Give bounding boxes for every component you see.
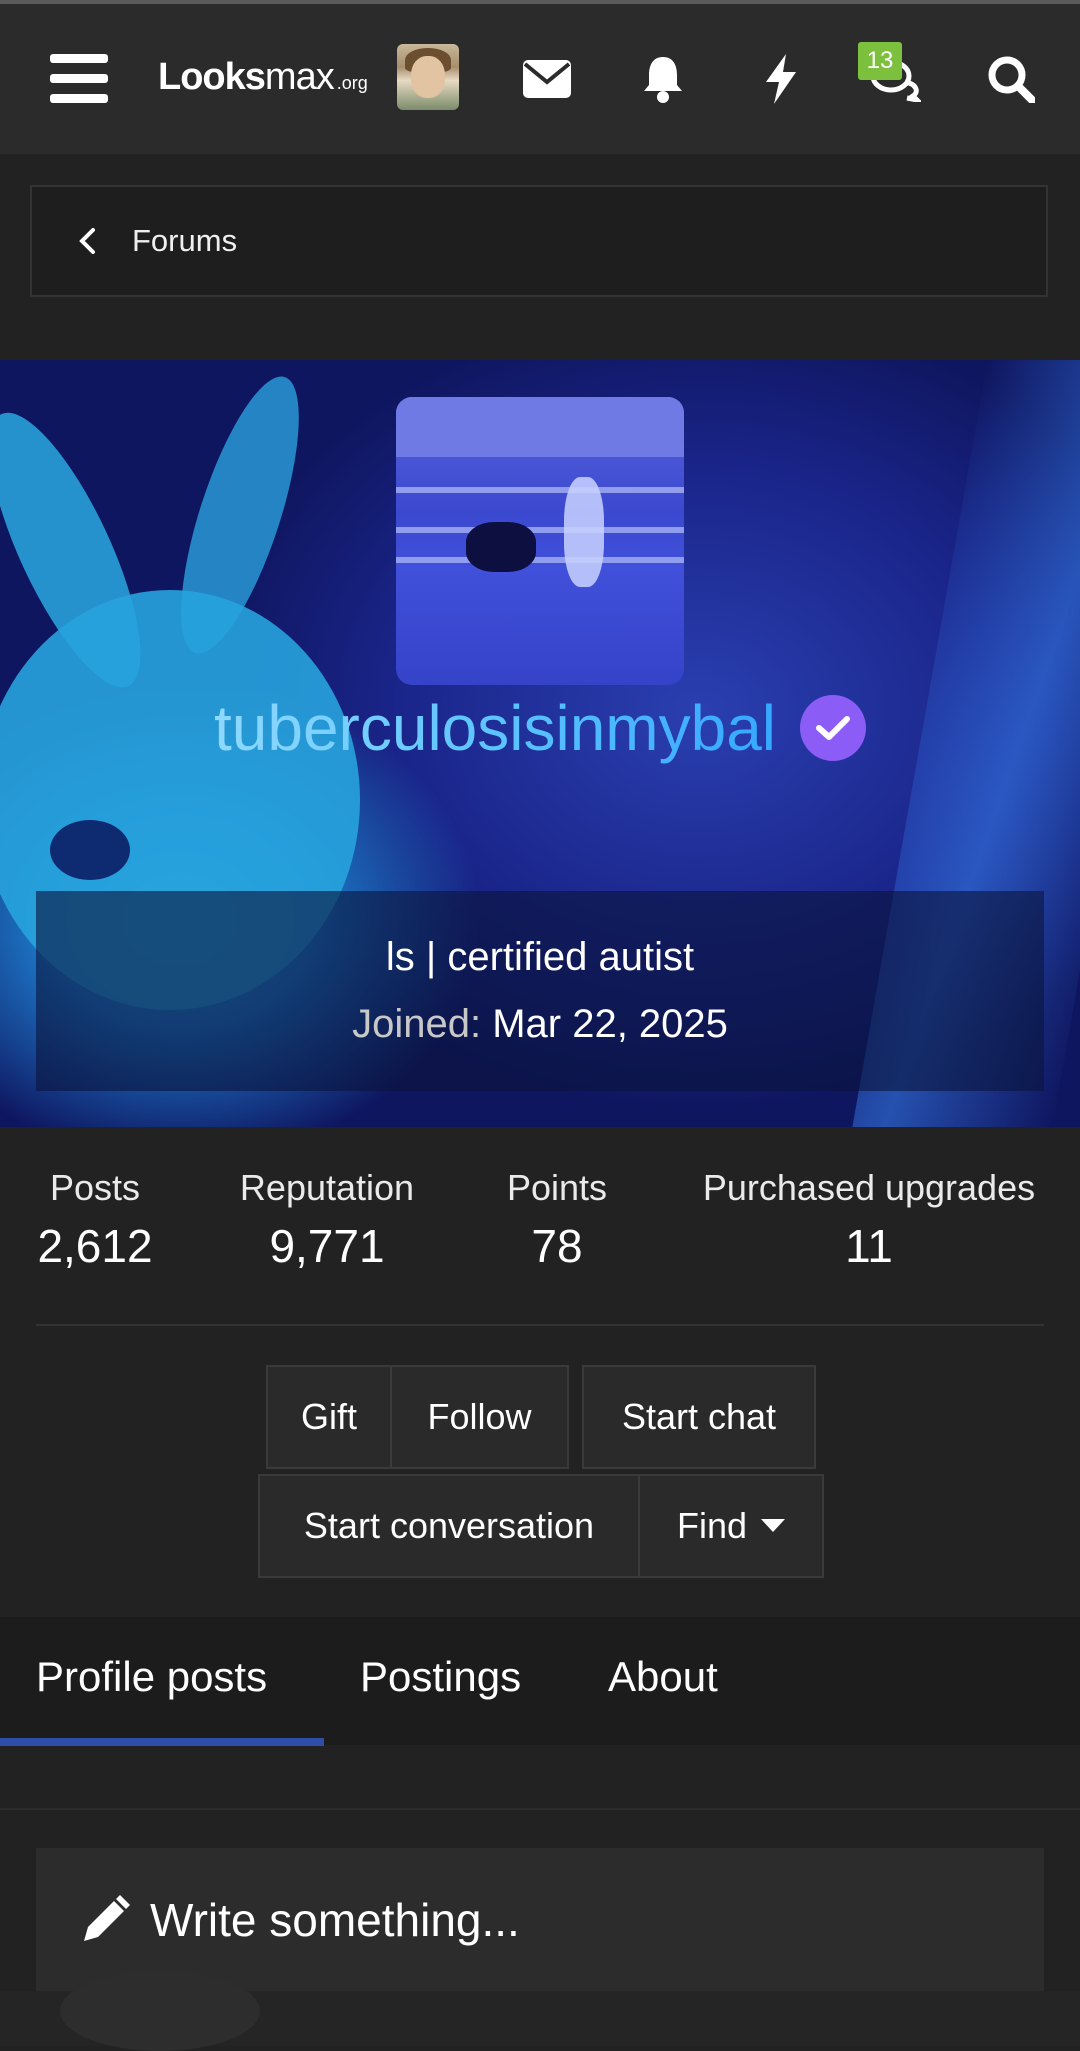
- tab-profile-posts[interactable]: Profile posts: [36, 1653, 267, 1701]
- stat-value: 9,771: [269, 1220, 385, 1272]
- stat-label: Reputation: [239, 1167, 415, 1208]
- active-tab-indicator: [0, 1738, 324, 1746]
- caret-down-icon: [761, 1519, 786, 1532]
- start-conversation-button[interactable]: Start conversation: [258, 1474, 640, 1578]
- stat-value: 78: [531, 1220, 583, 1272]
- username-row: tuberculosisinmybal: [0, 688, 1080, 768]
- breadcrumb[interactable]: Forums: [30, 185, 1048, 297]
- whats-new-button[interactable]: [750, 4, 812, 154]
- find-label: Find: [676, 1505, 748, 1546]
- user-title: ls | certified autist: [385, 935, 695, 979]
- chevron-left-icon: [78, 226, 108, 256]
- lightning-icon: [766, 54, 796, 104]
- tab-about[interactable]: About: [608, 1653, 718, 1701]
- chat-count-badge: 13: [858, 42, 902, 80]
- stat-label: Points: [506, 1167, 608, 1208]
- stat-value: 2,612: [37, 1220, 153, 1272]
- stat-label: Purchased upgrades: [702, 1167, 1036, 1208]
- pencil-icon: [80, 1894, 130, 1945]
- username: tuberculosisinmybal: [213, 692, 777, 764]
- logo-text: Looksmax: [158, 56, 335, 98]
- stat-posts[interactable]: Posts 2,612: [36, 1167, 154, 1273]
- stat-reputation[interactable]: Reputation 9,771: [226, 1167, 428, 1273]
- stat-value: 11: [845, 1220, 893, 1272]
- joined-date: Joined: Mar 22, 2025: [352, 1002, 728, 1047]
- alerts-button[interactable]: [632, 4, 694, 154]
- user-avatar[interactable]: [397, 44, 459, 110]
- next-post-preview: [0, 1971, 1080, 2051]
- menu-icon: [50, 54, 108, 103]
- stat-points[interactable]: Points 78: [494, 1167, 620, 1273]
- divider: [36, 1324, 1044, 1326]
- profile-info: ls | certified autist Joined: Mar 22, 20…: [36, 891, 1044, 1091]
- menu-button[interactable]: [40, 4, 118, 154]
- profile-avatar[interactable]: [396, 397, 684, 685]
- gift-button[interactable]: Gift: [266, 1365, 392, 1469]
- follow-button[interactable]: Follow: [390, 1365, 569, 1469]
- envelope-icon: [523, 60, 571, 98]
- inbox-button[interactable]: [516, 4, 578, 154]
- verified-badge-icon: [800, 695, 867, 761]
- top-navbar: Looksmax .org 13: [0, 4, 1080, 154]
- stat-purchased-upgrades[interactable]: Purchased upgrades 11: [686, 1167, 1052, 1273]
- profile-tabs: Profile posts Postings About: [0, 1617, 1080, 1745]
- joined-label: Joined:: [352, 1002, 482, 1046]
- tab-postings[interactable]: Postings: [360, 1653, 521, 1701]
- bell-icon: [644, 57, 682, 103]
- site-logo[interactable]: Looksmax .org: [158, 56, 368, 106]
- search-icon: [988, 56, 1035, 103]
- stat-label: Posts: [49, 1167, 141, 1208]
- write-something-box[interactable]: Write something...: [36, 1848, 1044, 1991]
- profile-stats: Posts 2,612 Reputation 9,771 Points 78 P…: [0, 1167, 1080, 1277]
- joined-value: Mar 22, 2025: [492, 1002, 728, 1046]
- start-chat-button[interactable]: Start chat: [582, 1365, 816, 1469]
- search-button[interactable]: [980, 4, 1042, 154]
- find-button[interactable]: Find: [638, 1474, 824, 1578]
- logo-suffix: .org: [336, 73, 368, 93]
- breadcrumb-label: Forums: [132, 223, 238, 258]
- write-placeholder: Write something...: [150, 1893, 520, 1946]
- divider: [0, 1808, 1080, 1810]
